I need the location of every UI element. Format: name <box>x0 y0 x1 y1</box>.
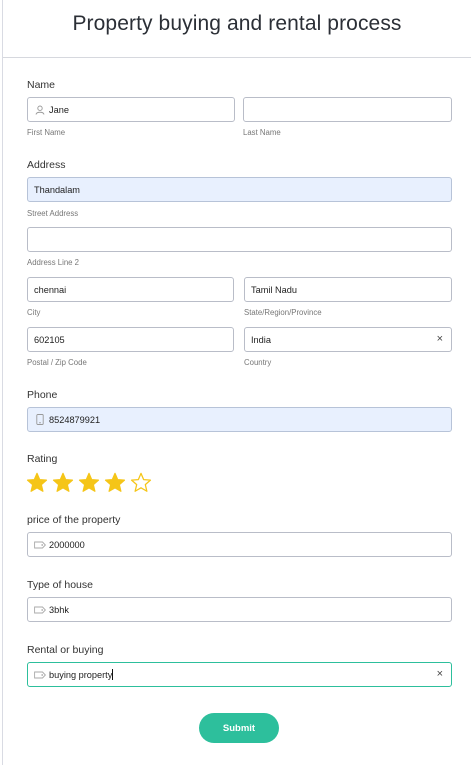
state-input[interactable]: Tamil Nadu <box>244 277 452 302</box>
first-name-value: Jane <box>49 104 69 115</box>
user-icon <box>34 104 46 116</box>
city-value: chennai <box>34 284 67 295</box>
zip-input[interactable]: 602105 <box>27 327 234 352</box>
street-address-value: Thandalam <box>34 184 80 195</box>
street-address-sublabel: Street Address <box>27 209 79 218</box>
state-sublabel: State/Region/Province <box>244 308 322 317</box>
address-label: Address <box>27 159 66 171</box>
country-value: India <box>251 334 271 345</box>
rental-label: Rental or buying <box>27 644 104 656</box>
house-type-value: 3bhk <box>49 604 69 615</box>
star-filled-icon[interactable] <box>52 472 74 494</box>
rental-select[interactable]: buying property × <box>27 662 452 687</box>
page-title: Property buying and rental process <box>72 12 402 35</box>
address-line2-sublabel: Address Line 2 <box>27 258 80 267</box>
city-input[interactable]: chennai <box>27 277 234 302</box>
star-filled-icon[interactable] <box>104 472 126 494</box>
price-label: price of the property <box>27 514 121 526</box>
address-line2-input[interactable] <box>27 227 452 252</box>
text-cursor <box>112 669 114 680</box>
rating-label: Rating <box>27 453 58 465</box>
phone-value: 8524879921 <box>49 414 101 425</box>
name-label: Name <box>27 79 56 91</box>
first-name-input[interactable]: Jane <box>27 97 235 122</box>
clear-country-icon[interactable]: × <box>437 334 443 345</box>
tag-icon <box>34 669 46 681</box>
zip-value: 602105 <box>34 334 65 345</box>
phone-icon <box>34 414 46 426</box>
street-address-input[interactable]: Thandalam <box>27 177 452 202</box>
form-header: Property buying and rental process <box>3 0 471 58</box>
rating-stars[interactable] <box>26 472 152 494</box>
zip-sublabel: Postal / Zip Code <box>27 358 87 367</box>
house-type-label: Type of house <box>27 579 93 591</box>
phone-input[interactable]: 8524879921 <box>27 407 452 432</box>
country-sublabel: Country <box>244 358 272 367</box>
last-name-input[interactable] <box>243 97 452 122</box>
country-select[interactable]: India × <box>244 327 452 352</box>
price-value: 2000000 <box>49 539 85 550</box>
house-type-input[interactable]: 3bhk <box>27 597 452 622</box>
tag-icon <box>34 604 46 616</box>
rental-value: buying property <box>49 669 113 680</box>
star-filled-icon[interactable] <box>78 472 100 494</box>
state-value: Tamil Nadu <box>251 284 297 295</box>
price-input[interactable]: 2000000 <box>27 532 452 557</box>
submit-button[interactable]: Submit <box>199 713 279 743</box>
first-name-sublabel: First Name <box>27 128 66 137</box>
tag-icon <box>34 539 46 551</box>
left-border <box>2 0 3 765</box>
star-empty-icon[interactable] <box>130 472 152 494</box>
city-sublabel: City <box>27 308 41 317</box>
last-name-sublabel: Last Name <box>243 128 281 137</box>
clear-rental-icon[interactable]: × <box>437 669 443 680</box>
star-filled-icon[interactable] <box>26 472 48 494</box>
phone-label: Phone <box>27 389 58 401</box>
